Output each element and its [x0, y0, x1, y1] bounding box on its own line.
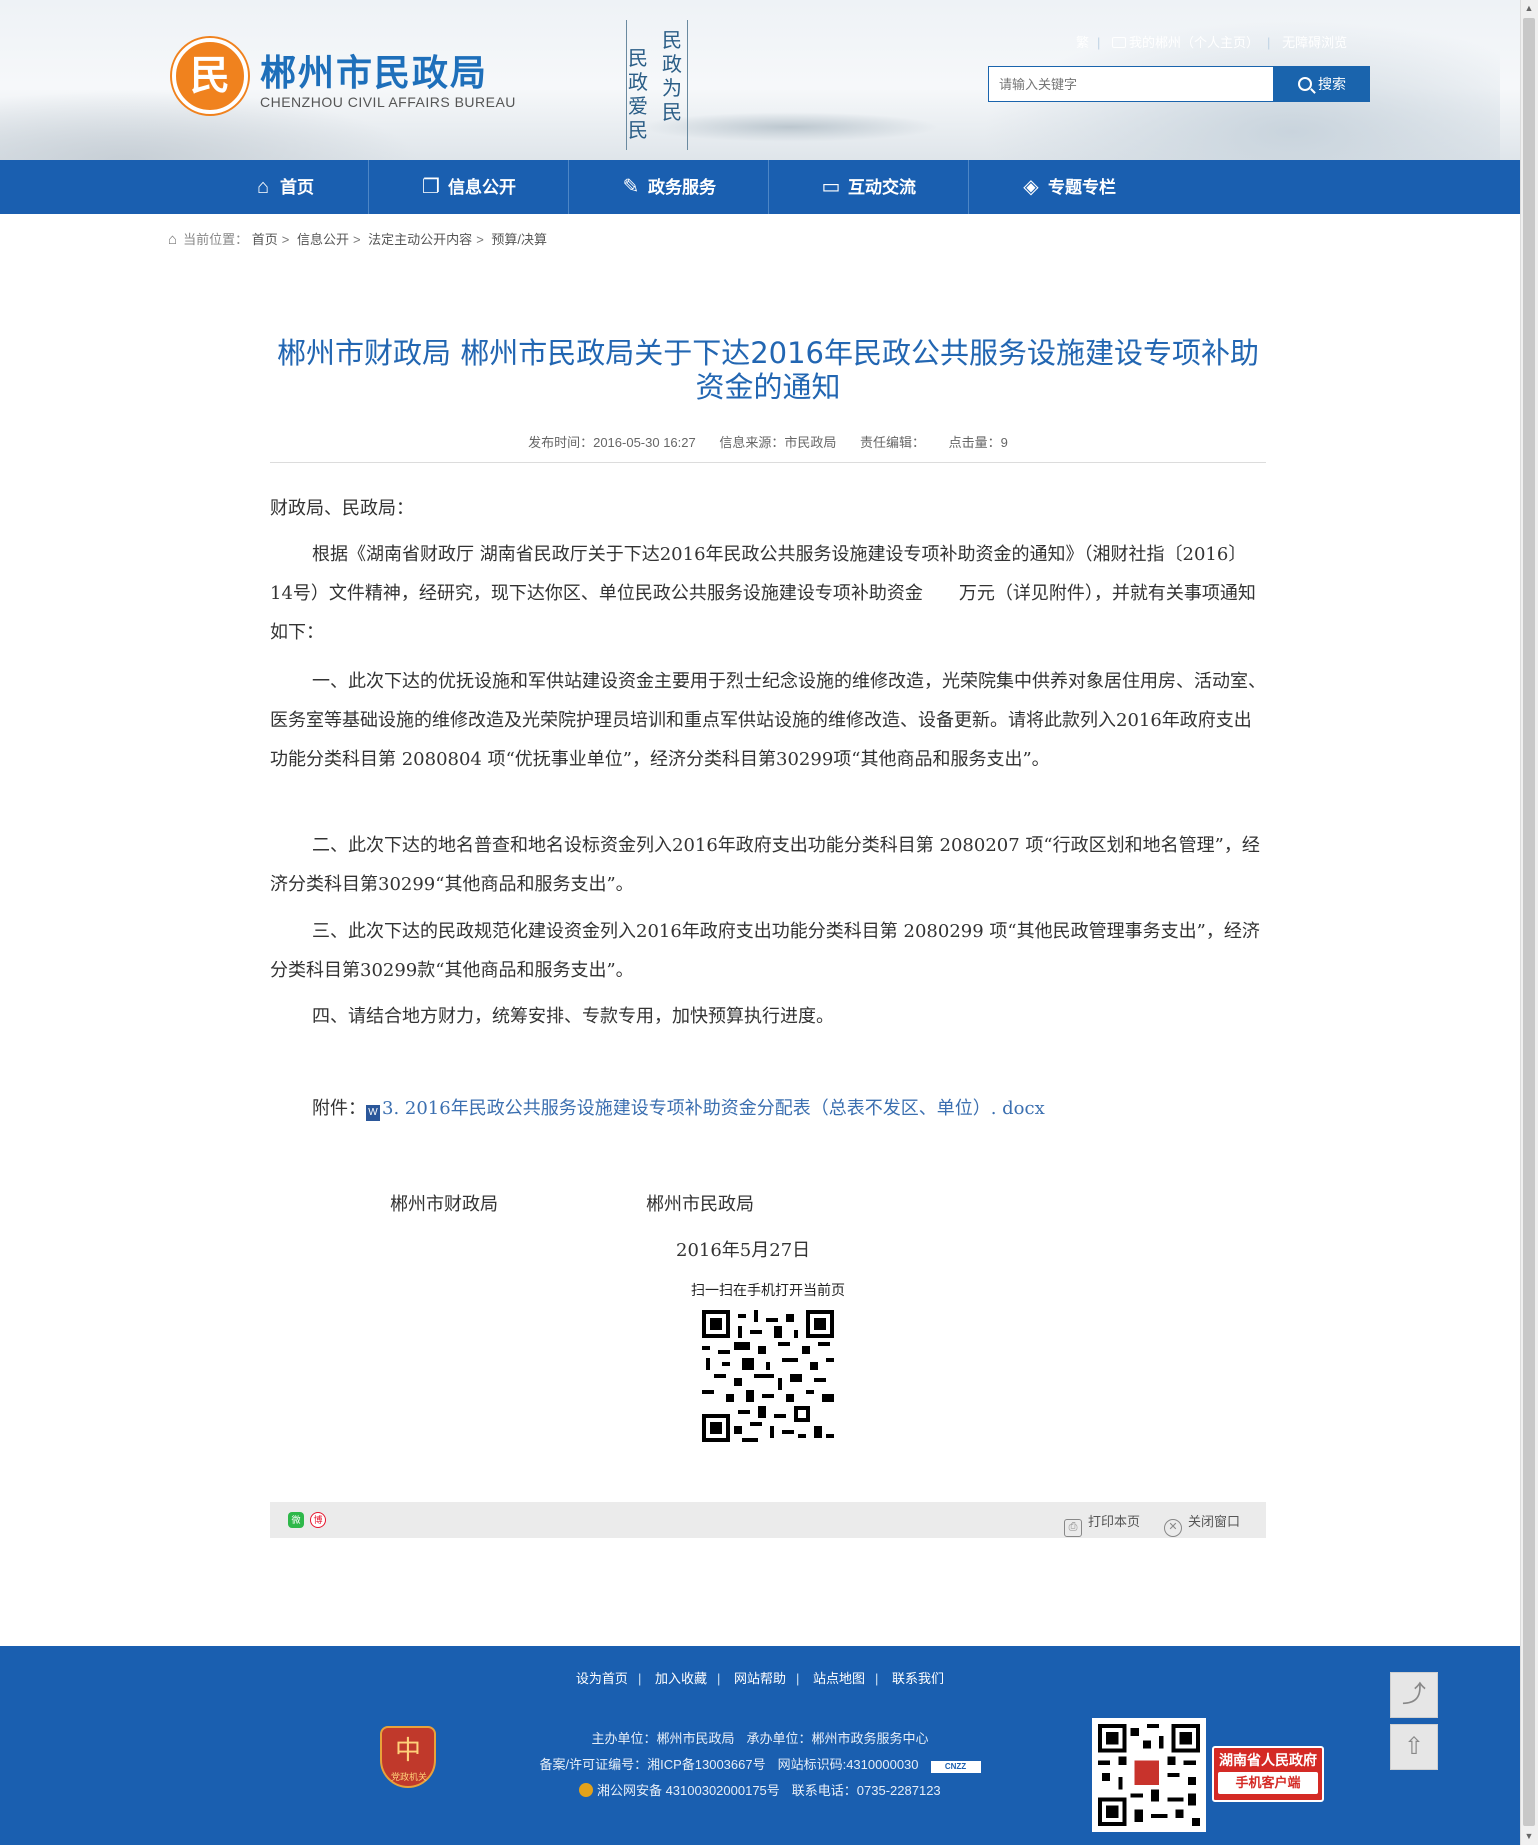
article-paragraph: 一、此次下达的优抚设施和军供站建设资金主要用于烈士纪念设施的维修改造，光荣院集中… [270, 671, 1266, 770]
breadcrumb-budget[interactable]: 预算/决算 [491, 232, 547, 247]
nav-item-gov-services[interactable]: ✎ 政务服务 [568, 160, 768, 214]
site-logo-icon[interactable]: 民 [172, 38, 248, 114]
layers-icon: ◈ [1023, 176, 1039, 198]
add-favorite-link[interactable]: 加入收藏 [655, 1671, 707, 1686]
view-count: 点击量：9 [948, 435, 1008, 450]
signer-civil-affairs-bureau: 郴州市民政局 [646, 1194, 754, 1215]
main-nav: ⌂ 首页 ❐ 信息公开 ✎ 政务服务 ▭ 互动交流 ◈ 专题专栏 [0, 160, 1520, 214]
publish-time: 发布时间：2016-05-30 16:27 [528, 435, 696, 450]
close-icon: ✕ [1164, 1519, 1182, 1537]
signer-finance-bureau: 郴州市财政局 [390, 1194, 498, 1215]
print-button[interactable]: ⎙ 打印本页 [1064, 1511, 1140, 1537]
accessibility-link[interactable]: 无障碍浏览 [1282, 35, 1347, 50]
police-record-link[interactable]: 湘公网安备 43100302000175号 [579, 1783, 780, 1798]
article-title: 郴州市财政局 郴州市民政局关于下达2016年民政公共服务设施建设专项补助资金的通… [276, 336, 1260, 404]
nav-item-home[interactable]: ⌂ 首页 [200, 160, 366, 214]
article-meta: 发布时间：2016-05-30 16:27 信息来源：市民政局 责任编辑： 点击… [270, 432, 1266, 451]
document-icon: ❐ [422, 176, 440, 198]
scroll-up-arrow-icon[interactable]: ▲ [1520, 0, 1538, 17]
traditional-chinese-link[interactable]: 繁 [1076, 35, 1089, 50]
nav-item-special-topics[interactable]: ◈ 专题专栏 [968, 160, 1168, 214]
chat-icon: ▭ [821, 176, 841, 198]
printer-icon: ⎙ [1064, 1519, 1082, 1537]
breadcrumb: ⌂ 当前位置： 首页 > 信息公开 > 法定主动公开内容 > 预算/决算 [168, 231, 548, 248]
share-bar: 微 博 ⎙ 打印本页 ✕ 关闭窗口 [270, 1502, 1266, 1538]
search-icon [1298, 77, 1312, 91]
salutation: 财政局、民政局： [270, 498, 414, 519]
sign-date: 2016年5月27日 [676, 1240, 811, 1261]
monitor-icon [1112, 37, 1127, 48]
app-qr-code [1092, 1718, 1206, 1832]
word-doc-icon: W [366, 1105, 380, 1121]
slogan-left: 民政爱民 [628, 46, 648, 142]
footer-links: 设为首页 | 加入收藏 | 网站帮助 | 站点地图 | 联系我们 [575, 1671, 945, 1686]
attachment: 附件： W 3. 2016年民政公共服务设施建设专项补助资金分配表（总表不发区、单位… [312, 1098, 1045, 1121]
back-to-top-icon[interactable]: ⇧ [1390, 1724, 1438, 1770]
attachment-link[interactable]: 3. 2016年民政公共服务设施建设专项补助资金分配表（总表不发区、单位）. d… [382, 1098, 1045, 1119]
sitemap-link[interactable]: 站点地图 [813, 1671, 865, 1686]
page-qr-code [702, 1310, 834, 1442]
edit-icon: ✎ [622, 176, 640, 198]
article-paragraph: 根据《湖南省财政厅 湖南省民政厅关于下达2016年民政公共服务设施建设专项补助资… [270, 544, 1256, 643]
set-homepage-link[interactable]: 设为首页 [576, 1671, 628, 1686]
cnzz-icon[interactable]: CNZZ [930, 1761, 981, 1773]
divider [270, 462, 1266, 463]
nav-item-interaction[interactable]: ▭ 互动交流 [768, 160, 968, 214]
search-box [988, 66, 1274, 102]
icp-link[interactable]: 备案/许可证编号：湘ICP备13003667号 [539, 1757, 765, 1772]
article-paragraph: 二、此次下达的地名普查和地名设标资金列入2016年政府支出功能分类科目第 208… [270, 835, 1260, 895]
footer-host-info: 主办单位：郴州市民政局 承办单位：郴州市政务服务中心 [591, 1731, 929, 1746]
scroll-down-arrow-icon[interactable]: ▼ [1520, 1828, 1538, 1845]
wechat-icon[interactable]: 微 [288, 1512, 304, 1528]
police-badge-icon [579, 1783, 594, 1797]
editor: 责任编辑： [860, 435, 926, 450]
my-chenzhou-link[interactable]: 我的郴州（个人主页） [1112, 35, 1259, 50]
home-icon: ⌂ [168, 231, 178, 248]
article-paragraph: 三、此次下达的民政规范化建设资金列入2016年政府支出功能分类科目第 20802… [270, 921, 1260, 981]
nav-item-info-disclosure[interactable]: ❐ 信息公开 [368, 160, 568, 214]
site-help-link[interactable]: 网站帮助 [734, 1671, 786, 1686]
breadcrumb-info-disclosure[interactable]: 信息公开 [297, 232, 349, 247]
search-input[interactable] [989, 67, 1273, 101]
breadcrumb-home[interactable]: 首页 [252, 232, 278, 247]
site-name-cn[interactable]: 郴州市民政局 [260, 44, 488, 96]
article-paragraph: 四、请结合地方财力，统筹安排、专款专用，加快预算执行进度。 [312, 1006, 834, 1027]
share-icon[interactable]: ⤴ [1390, 1672, 1438, 1718]
top-links: 繁 | 我的郴州（个人主页） | 无障碍浏览 [1076, 35, 1348, 50]
qr-label: 扫一扫在手机打开当前页 [691, 1282, 845, 1298]
home-icon: ⌂ [256, 176, 270, 198]
slogan-right: 民政为民 [662, 28, 682, 124]
breadcrumb-statutory[interactable]: 法定主动公开内容 [368, 232, 472, 247]
close-window-button[interactable]: ✕ 关闭窗口 [1164, 1511, 1240, 1537]
site-name-en: CHENZHOU CIVIL AFFAIRS BUREAU [260, 94, 516, 110]
contact-link[interactable]: 联系我们 [892, 1671, 944, 1686]
weibo-icon[interactable]: 博 [310, 1512, 326, 1528]
hunan-gov-app-badge[interactable]: 湖南省人民政府 手机客户端 [1212, 1746, 1324, 1802]
scroll-thumb[interactable] [1523, 18, 1535, 1826]
site-footer: 设为首页 | 加入收藏 | 网站帮助 | 站点地图 | 联系我们 中 党政机关 主办单位… [0, 1646, 1520, 1845]
search-button[interactable]: 搜索 [1274, 66, 1370, 102]
info-source: 信息来源：市民政局 [719, 435, 837, 450]
